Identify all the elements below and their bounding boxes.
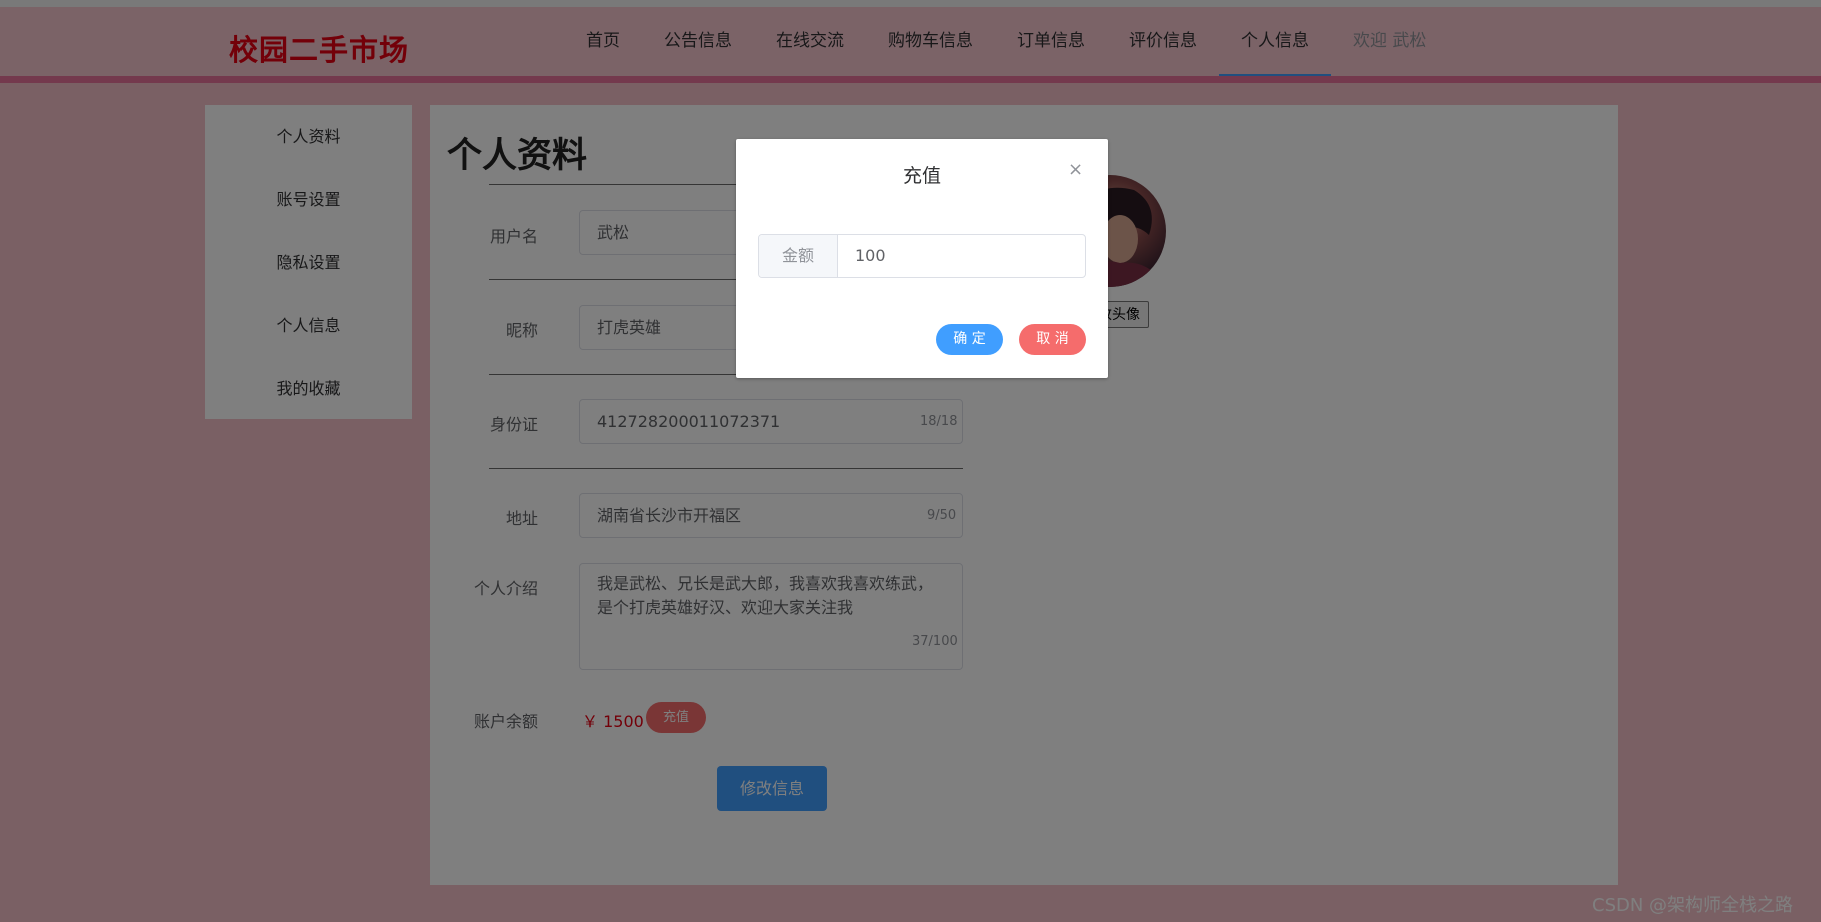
amount-input-group: 金额 100 (758, 234, 1086, 278)
confirm-button[interactable]: 确 定 (936, 324, 1003, 355)
recharge-dialog: 充值 × 金额 100 确 定 取 消 (736, 139, 1108, 378)
dialog-title: 充值 (902, 165, 941, 187)
amount-label: 金额 (759, 235, 838, 277)
amount-input[interactable]: 100 (838, 235, 1085, 277)
cancel-button[interactable]: 取 消 (1019, 324, 1086, 355)
close-icon[interactable]: × (1068, 159, 1083, 180)
